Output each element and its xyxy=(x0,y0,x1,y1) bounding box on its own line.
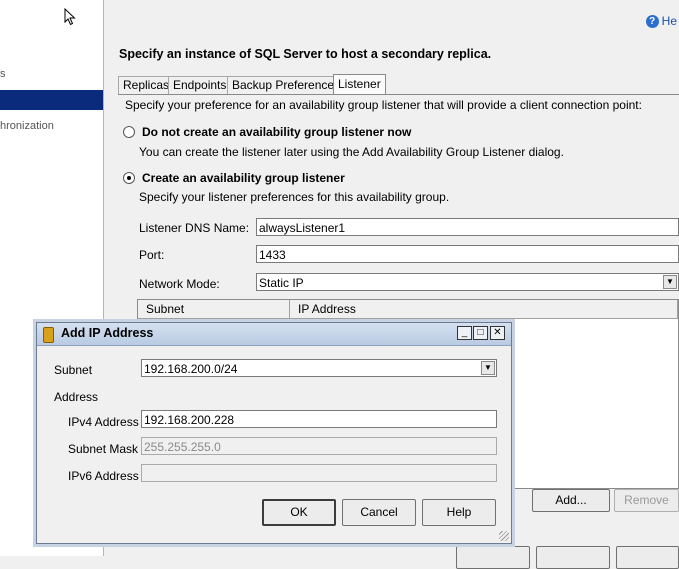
ok-button[interactable]: OK xyxy=(262,499,336,526)
network-mode-label: Network Mode: xyxy=(139,277,220,291)
sidebar-item-selected[interactable] xyxy=(0,90,103,110)
mouse-cursor-icon xyxy=(64,8,76,26)
tab-label: Listener xyxy=(338,77,381,91)
help-link[interactable]: ? He xyxy=(645,14,677,29)
ipv6-label: IPv6 Address xyxy=(68,469,139,483)
network-mode-select[interactable]: Static IP ▼ xyxy=(256,273,679,291)
grid-header-subnet[interactable]: Subnet xyxy=(138,300,290,319)
resize-grip-icon[interactable] xyxy=(499,531,509,541)
ipv4-label: IPv4 Address xyxy=(68,415,139,429)
radio-create-listener[interactable] xyxy=(123,172,135,184)
minimize-icon[interactable]: _ xyxy=(457,326,472,340)
radio-no-listener-hint: You can create the listener later using … xyxy=(139,145,564,159)
page-heading: Specify an instance of SQL Server to hos… xyxy=(119,47,492,61)
ipv4-input[interactable]: 192.168.200.228 xyxy=(141,410,497,428)
help-link-label: He xyxy=(661,14,677,28)
tab-endpoints[interactable]: Endpoints xyxy=(168,76,232,94)
wizard-button-next[interactable] xyxy=(536,546,610,569)
dialog-app-icon xyxy=(43,327,54,343)
chevron-down-icon[interactable]: ▼ xyxy=(663,275,677,289)
grid-header-ip-address[interactable]: IP Address xyxy=(290,300,678,319)
port-label: Port: xyxy=(139,248,165,262)
tab-backup-preferences[interactable]: Backup Preferences xyxy=(227,76,346,94)
dns-name-input[interactable]: alwaysListener1 xyxy=(256,218,679,236)
subnet-label: Subnet xyxy=(54,363,93,377)
ipv6-input[interactable] xyxy=(141,464,497,482)
tab-label: Backup Preferences xyxy=(232,78,341,92)
network-mode-value: Static IP xyxy=(259,276,304,290)
listener-intro: Specify your preference for an availabil… xyxy=(125,98,642,112)
tab-label: Endpoints xyxy=(173,78,227,92)
sidebar-item-label: hronization xyxy=(0,120,54,132)
radio-create-listener-label: Create an availability group listener xyxy=(142,171,345,185)
cancel-button[interactable]: Cancel xyxy=(342,499,416,526)
help-icon: ? xyxy=(645,15,659,29)
tab-replicas[interactable]: Replicas xyxy=(118,76,175,94)
radio-no-listener[interactable] xyxy=(123,126,135,138)
radio-create-listener-hint: Specify your listener preferences for th… xyxy=(139,190,450,204)
tab-listener[interactable]: Listener xyxy=(333,74,386,95)
wizard-button-previous[interactable] xyxy=(456,546,530,569)
maximize-icon[interactable]: □ xyxy=(473,326,488,340)
wizard-button-cancel[interactable] xyxy=(616,546,679,569)
close-icon[interactable]: ✕ xyxy=(490,326,505,340)
tab-label: Replicas xyxy=(123,78,170,92)
sidebar-item-1[interactable]: s xyxy=(0,64,103,84)
remove-ip-button[interactable]: Remove xyxy=(614,489,679,512)
sidebar-item-synchronization[interactable]: hronization xyxy=(0,116,103,136)
sidebar-item-label: s xyxy=(0,68,6,80)
add-ip-address-dialog: Add IP Address _ □ ✕ Subnet 192.168.200.… xyxy=(36,322,512,544)
port-input[interactable]: 1433 xyxy=(256,245,679,263)
radio-no-listener-label: Do not create an availability group list… xyxy=(142,125,412,139)
add-ip-button[interactable]: Add... xyxy=(532,489,610,512)
subnet-select[interactable]: 192.168.200.0/24 ▼ xyxy=(141,359,497,377)
help-button[interactable]: Help xyxy=(422,499,496,526)
subnet-mask-label: Subnet Mask xyxy=(68,442,139,456)
dns-name-label: Listener DNS Name: xyxy=(139,221,250,235)
chevron-down-icon[interactable]: ▼ xyxy=(481,361,495,375)
dialog-title-bar[interactable]: Add IP Address _ □ ✕ xyxy=(37,323,511,346)
subnet-value: 192.168.200.0/24 xyxy=(144,362,238,376)
subnet-mask-input[interactable]: 255.255.255.0 xyxy=(141,437,497,455)
dialog-title: Add IP Address xyxy=(61,326,154,340)
address-group-label: Address xyxy=(54,390,99,404)
